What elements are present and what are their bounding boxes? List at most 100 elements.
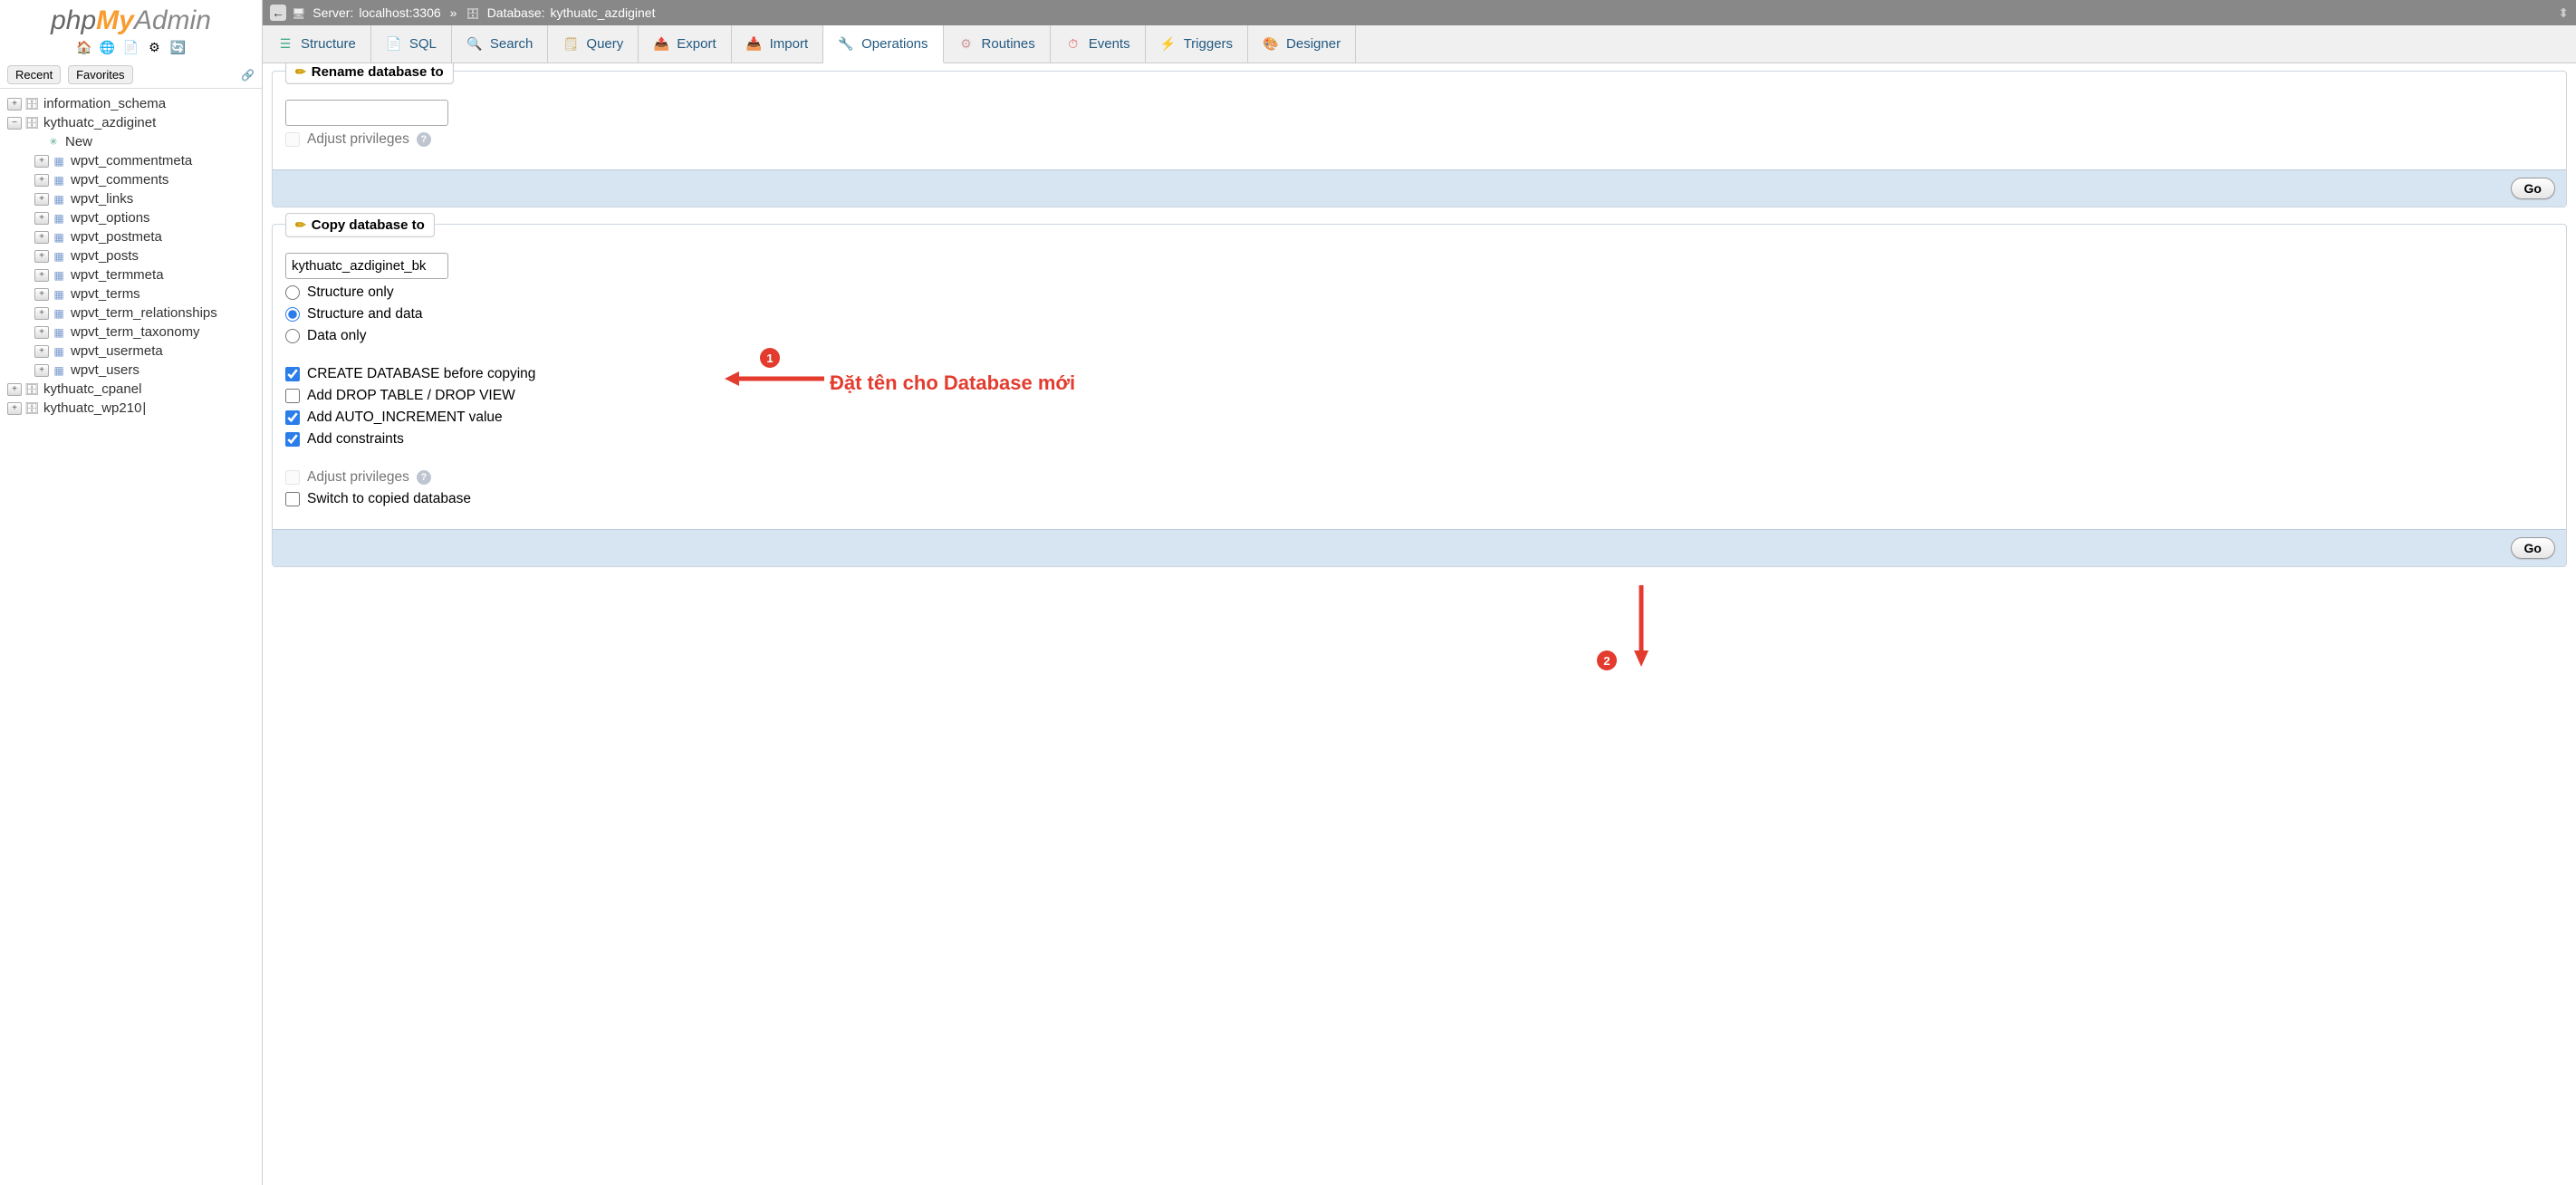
tree-item[interactable]: +wpvt_posts: [4, 246, 258, 265]
tree-item[interactable]: +wpvt_term_relationships: [4, 303, 258, 323]
expand-icon[interactable]: +: [7, 402, 22, 415]
pin-icon[interactable]: ⬍: [2558, 5, 2569, 21]
expand-icon[interactable]: +: [34, 212, 49, 225]
expand-icon[interactable]: +: [7, 98, 22, 111]
settings-icon[interactable]: ⚙: [146, 40, 162, 56]
expand-icon[interactable]: +: [34, 231, 49, 244]
breadcrumb-db-label[interactable]: Database:: [487, 5, 545, 20]
radio-data-only[interactable]: [285, 329, 300, 343]
tab-events[interactable]: Events: [1051, 25, 1146, 63]
copy-footer: Go: [273, 529, 2566, 566]
tree-item[interactable]: +kythuatc_cpanel: [4, 380, 258, 399]
constraints-label[interactable]: Add constraints: [307, 431, 404, 448]
help-icon[interactable]: ?: [417, 132, 431, 147]
table-icon: [51, 211, 67, 226]
favorites-button[interactable]: Favorites: [68, 65, 132, 84]
tree-item[interactable]: + wpvt_options: [4, 208, 258, 227]
link-icon[interactable]: 🔗: [241, 69, 255, 82]
docs-icon[interactable]: 📄: [123, 40, 139, 56]
breadcrumb-server-label[interactable]: Server:: [312, 5, 353, 20]
expand-icon[interactable]: +: [34, 174, 49, 187]
breadcrumb-bar: ← Server: localhost:3306 » Database: kyt…: [263, 0, 2576, 25]
expand-icon[interactable]: +: [34, 307, 49, 320]
drop-label[interactable]: Add DROP TABLE / DROP VIEW: [307, 388, 515, 404]
back-button[interactable]: ←: [270, 5, 286, 21]
tab-triggers[interactable]: Triggers: [1146, 25, 1248, 63]
logo[interactable]: phpMyAdmin: [0, 0, 262, 38]
switch-checkbox[interactable]: [285, 492, 300, 506]
copy-input[interactable]: [285, 253, 448, 279]
tree-item[interactable]: New: [4, 132, 258, 151]
radio-data-only-label[interactable]: Data only: [307, 328, 366, 344]
expand-icon[interactable]: +: [34, 288, 49, 301]
copy-legend-text: Copy database to: [312, 217, 425, 233]
tree-item[interactable]: +information_schema: [4, 94, 258, 113]
tab-designer[interactable]: Designer: [1248, 25, 1356, 63]
tree-item[interactable]: +wpvt_usermeta: [4, 342, 258, 361]
tab-routines[interactable]: Routines: [944, 25, 1051, 63]
expand-icon[interactable]: +: [7, 383, 22, 396]
home-icon[interactable]: 🏠: [76, 40, 92, 56]
tab-search[interactable]: Search: [452, 25, 549, 63]
tab-operations[interactable]: Operations: [823, 25, 943, 63]
tree-item[interactable]: +wpvt_comments: [4, 170, 258, 189]
tab-label: SQL: [409, 36, 437, 52]
database-icon: [24, 97, 40, 111]
main-panel: ← Server: localhost:3306 » Database: kyt…: [263, 0, 2576, 1185]
switch-label[interactable]: Switch to copied database: [307, 491, 471, 507]
expand-icon[interactable]: +: [34, 269, 49, 282]
rename-go-button[interactable]: Go: [2511, 178, 2555, 199]
tree-item-label: wpvt_options: [71, 210, 150, 226]
tree-item[interactable]: +wpvt_links: [4, 189, 258, 208]
radio-structure-data[interactable]: [285, 307, 300, 322]
tree-item[interactable]: +wpvt_users: [4, 361, 258, 380]
sidebar-tabs: Recent Favorites 🔗: [0, 62, 262, 89]
tab-sql[interactable]: SQL: [371, 25, 452, 63]
expand-icon[interactable]: +: [34, 155, 49, 168]
constraints-checkbox[interactable]: [285, 432, 300, 447]
expand-icon[interactable]: +: [34, 326, 49, 339]
autoinc-label[interactable]: Add AUTO_INCREMENT value: [307, 409, 503, 426]
tree-item[interactable]: +kythuatc_wp210: [4, 399, 258, 418]
tab-query[interactable]: Query: [548, 25, 639, 63]
radio-structure-only-label[interactable]: Structure only: [307, 284, 394, 301]
create-db-label[interactable]: CREATE DATABASE before copying: [307, 366, 535, 382]
tab-import[interactable]: Import: [732, 25, 824, 63]
recent-button[interactable]: Recent: [7, 65, 61, 84]
radio-structure-data-label[interactable]: Structure and data: [307, 306, 423, 323]
tree-item[interactable]: +wpvt_commentmeta: [4, 151, 258, 170]
tab-export[interactable]: Export: [639, 25, 731, 63]
tree-item-label: wpvt_term_taxonomy: [71, 324, 200, 340]
expand-icon[interactable]: +: [34, 250, 49, 263]
expand-icon[interactable]: +: [34, 345, 49, 358]
table-icon: [51, 249, 67, 264]
tab-structure[interactable]: Structure: [263, 25, 371, 63]
expand-icon[interactable]: −: [7, 117, 22, 130]
rename-adjust-priv-checkbox: [285, 132, 300, 147]
create-db-checkbox[interactable]: [285, 367, 300, 381]
radio-structure-only[interactable]: [285, 285, 300, 300]
ops-icon: [838, 35, 854, 52]
reload-icon[interactable]: 🔄: [169, 40, 186, 56]
rename-legend: Rename database to: [285, 63, 454, 84]
logout-icon[interactable]: 🌐: [100, 40, 116, 56]
rename-input[interactable]: [285, 100, 448, 126]
tree-item[interactable]: +wpvt_postmeta: [4, 227, 258, 246]
breadcrumb-db[interactable]: kythuatc_azdiginet: [551, 5, 656, 20]
tree-item[interactable]: +wpvt_termmeta: [4, 265, 258, 284]
logo-php: php: [51, 5, 96, 35]
tree-item[interactable]: −kythuatc_azdiginet: [4, 113, 258, 132]
drop-checkbox[interactable]: [285, 389, 300, 403]
tree-item[interactable]: + wpvt_term_taxonomy: [4, 323, 258, 342]
breadcrumb-sep: »: [450, 5, 457, 20]
copy-go-button[interactable]: Go: [2511, 537, 2555, 559]
database-icon: [24, 382, 40, 397]
help-icon[interactable]: ?: [417, 470, 431, 485]
breadcrumb-server[interactable]: localhost:3306: [359, 5, 440, 20]
expand-icon[interactable]: +: [34, 364, 49, 377]
autoinc-checkbox[interactable]: [285, 410, 300, 425]
rename-adjust-priv-label: Adjust privileges: [307, 131, 409, 148]
expand-icon[interactable]: +: [34, 193, 49, 206]
tree-item[interactable]: +wpvt_terms: [4, 284, 258, 303]
rename-legend-text: Rename database to: [312, 64, 444, 80]
